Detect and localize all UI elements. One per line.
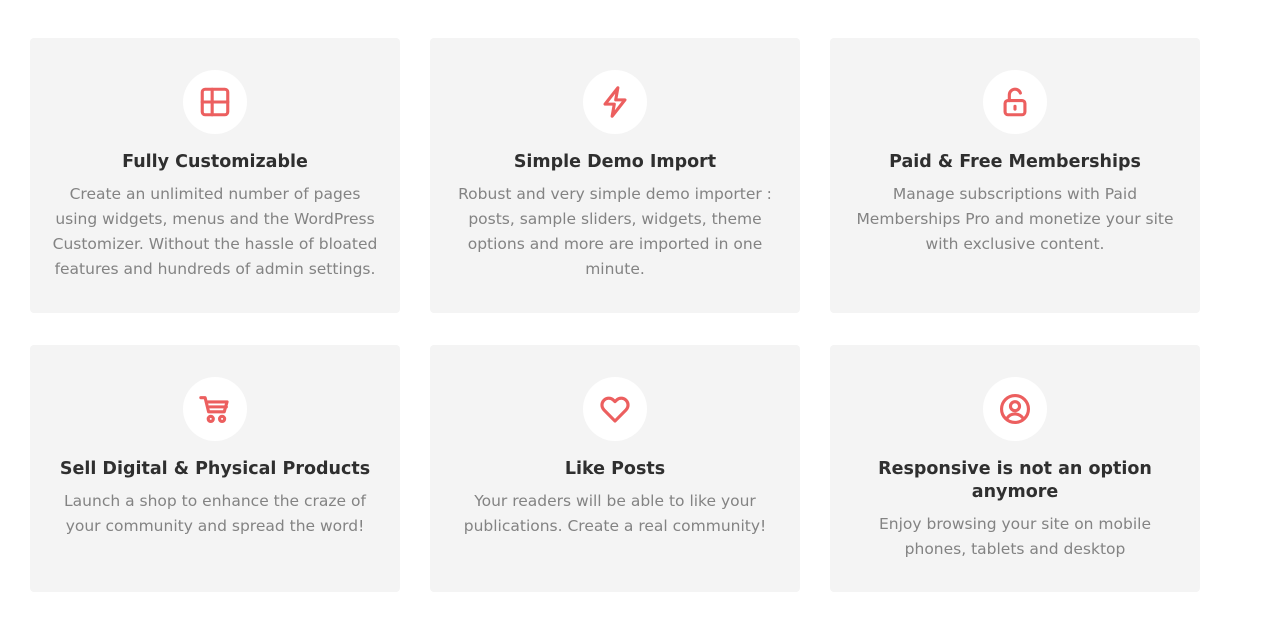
feature-icon-circle	[983, 377, 1047, 441]
shopping-cart-icon	[199, 396, 229, 424]
feature-icon-circle	[183, 70, 247, 134]
feature-card-fully-customizable: Fully Customizable Create an unlimited n…	[30, 38, 400, 313]
feature-card-paid-free-memberships: Paid & Free Memberships Manage subscript…	[830, 38, 1200, 313]
feature-title: Sell Digital & Physical Products	[59, 459, 371, 479]
feature-icon-circle	[983, 70, 1047, 134]
feature-description: Create an unlimited number of pages usin…	[52, 185, 378, 278]
feature-icon-circle	[183, 377, 247, 441]
feature-card-responsive: Responsive is not an option anymore Enjo…	[830, 345, 1200, 592]
feature-title: Responsive is not an option anymore	[878, 459, 1152, 502]
feature-title: Fully Customizable	[122, 152, 308, 172]
feature-description: Robust and very simple demo importer : p…	[458, 185, 772, 278]
layout-icon	[200, 87, 230, 117]
features-grid: Fully Customizable Create an unlimited n…	[30, 38, 1200, 592]
unlock-icon	[1003, 87, 1027, 117]
feature-icon-circle	[583, 70, 647, 134]
heart-icon	[600, 396, 630, 423]
user-circle-icon	[999, 393, 1031, 425]
feature-title: Like Posts	[564, 459, 666, 479]
feature-card-simple-demo-import: Simple Demo Import Robust and very simpl…	[430, 38, 800, 313]
feature-card-sell-products: Sell Digital & Physical Products Launch …	[30, 345, 400, 592]
feature-description: Your readers will be able to like your p…	[463, 492, 767, 535]
feature-description: Enjoy browsing your site on mobile phone…	[878, 515, 1151, 558]
lightning-icon	[603, 86, 627, 118]
feature-icon-circle	[583, 377, 647, 441]
feature-card-like-posts: Like Posts Your readers will be able to …	[430, 345, 800, 592]
feature-title: Simple Demo Import	[513, 152, 717, 172]
feature-description: Manage subscriptions with Paid Membershi…	[856, 185, 1174, 253]
feature-description: Launch a shop to enhance the craze of yo…	[64, 492, 366, 535]
feature-title: Paid & Free Memberships	[889, 152, 1141, 172]
